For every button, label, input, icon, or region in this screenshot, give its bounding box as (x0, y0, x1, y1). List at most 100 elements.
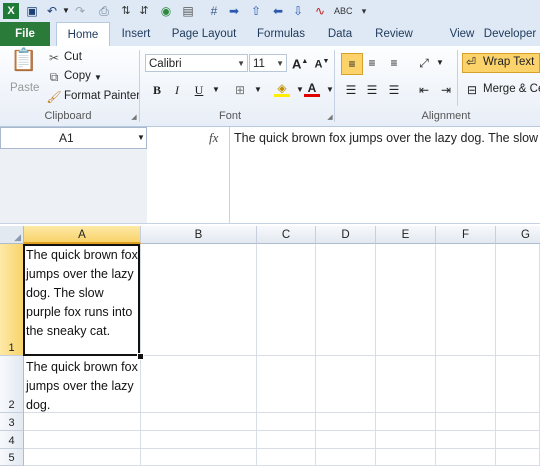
grid-cell[interactable] (257, 356, 316, 413)
align-center-icon[interactable]: ☰ (364, 82, 380, 98)
font-family-select[interactable]: Calibri ▼ (145, 54, 248, 72)
underline-dropdown-icon[interactable]: ▼ (208, 82, 224, 98)
grid-cell[interactable] (496, 413, 540, 431)
column-header-d[interactable]: D (316, 226, 376, 244)
format-painter-button[interactable]: Format Painter (64, 90, 140, 102)
orientation-dropdown-icon[interactable]: ▼ (432, 55, 448, 71)
tab-home[interactable]: Home (56, 22, 110, 48)
increase-indent-icon[interactable]: ⇥ (438, 82, 454, 98)
refresh-icon[interactable]: ◉ (158, 3, 174, 19)
grid-cell[interactable] (496, 449, 540, 466)
paste-icon[interactable]: 📋 (10, 49, 37, 80)
tab-data[interactable]: Data (318, 22, 362, 46)
grid-cell[interactable] (496, 244, 540, 356)
align-left-icon[interactable]: ☰ (343, 82, 359, 98)
font-size-select[interactable]: 11 ▼ (249, 54, 287, 72)
column-header-f[interactable]: F (436, 226, 496, 244)
bold-button[interactable]: B (149, 82, 165, 98)
redo-icon[interactable]: ↷ (72, 3, 88, 19)
align-bottom-icon[interactable]: ≡ (386, 55, 402, 71)
arrow-down-icon[interactable]: ⇩ (290, 3, 306, 19)
grid-cell[interactable] (496, 356, 540, 413)
borders-dropdown-icon[interactable]: ▼ (250, 82, 266, 98)
tab-developer[interactable]: Developer (480, 22, 540, 46)
font-color-icon[interactable]: A (304, 80, 320, 97)
wrap-text-button[interactable]: ⏎ Wrap Text (462, 53, 540, 73)
row-header-4[interactable]: 4 (0, 431, 24, 449)
column-header-c[interactable]: C (257, 226, 316, 244)
copy-icon[interactable]: ⧉ (46, 69, 62, 85)
customize-toolbar-icon[interactable]: ▾ (356, 3, 372, 19)
row-header-3[interactable]: 3 (0, 413, 24, 431)
grid-cell[interactable] (436, 449, 496, 466)
borders-icon[interactable]: ⊞ (232, 82, 248, 98)
grid-cell[interactable] (316, 356, 376, 413)
grid-cell[interactable] (436, 431, 496, 449)
format-painter-icon[interactable]: 🖌 (46, 89, 62, 105)
grid-cell[interactable] (141, 413, 257, 431)
shrink-font-icon[interactable]: A▼ (314, 54, 330, 71)
grid-cell[interactable] (257, 449, 316, 466)
grid-cell[interactable] (141, 244, 257, 356)
paste-button[interactable]: Paste (10, 82, 39, 94)
cell-a2[interactable]: The quick brown fox jumps over the lazy … (26, 358, 138, 415)
align-top-icon[interactable]: ≡ (341, 53, 363, 75)
grid-cell[interactable] (141, 356, 257, 413)
grid-cell[interactable] (496, 431, 540, 449)
column-header-e[interactable]: E (376, 226, 436, 244)
chevron-down-icon[interactable]: ▼ (137, 133, 145, 142)
font-color-dropdown-icon[interactable]: ▼ (322, 82, 338, 98)
tab-file[interactable]: File (0, 22, 50, 46)
grid-cell[interactable] (257, 244, 316, 356)
grid-cell[interactable] (376, 356, 436, 413)
grow-font-icon[interactable]: A▲ (292, 54, 308, 71)
grid-cell[interactable] (24, 449, 141, 466)
cut-icon[interactable]: ✂ (46, 50, 62, 66)
column-header-a[interactable]: A (24, 226, 141, 244)
row-header-1[interactable]: 1 (0, 244, 24, 356)
grid-cell[interactable] (436, 413, 496, 431)
column-header-g[interactable]: G (496, 226, 540, 244)
grid-cell[interactable] (316, 244, 376, 356)
save-icon[interactable]: ▣ (24, 3, 40, 19)
merge-icon[interactable]: ⊟ (464, 82, 480, 98)
grid-cell[interactable] (257, 413, 316, 431)
merge-center-button[interactable]: Merge & Ce (483, 83, 540, 95)
orientation-icon[interactable]: ⤢ (416, 55, 432, 71)
chart-icon[interactable]: ▤ (180, 3, 196, 19)
align-right-icon[interactable]: ☰ (386, 82, 402, 98)
tab-review[interactable]: Review (368, 22, 420, 46)
formula-input[interactable]: The quick brown fox jumps over the lazy … (234, 131, 540, 145)
sort-descending-icon[interactable]: ⇵ (136, 3, 152, 19)
arrow-right-icon[interactable]: ➡ (226, 3, 242, 19)
grid-cell[interactable] (141, 431, 257, 449)
print-icon[interactable]: ⎙ (96, 3, 112, 19)
copy-button[interactable]: Copy (64, 70, 91, 82)
spelling-icon[interactable]: ABC (334, 3, 353, 19)
insert-function-icon[interactable]: fx (209, 130, 218, 146)
grid-cell[interactable] (141, 449, 257, 466)
arrow-left-icon[interactable]: ⬅ (270, 3, 286, 19)
name-box[interactable]: A1 ▼ (0, 127, 147, 149)
italic-button[interactable]: I (169, 82, 185, 98)
sort-ascending-icon[interactable]: ⇅ (118, 3, 134, 19)
column-header-b[interactable]: B (141, 226, 257, 244)
grid-cell[interactable] (24, 431, 141, 449)
grid-cell[interactable] (316, 413, 376, 431)
decrease-indent-icon[interactable]: ⇤ (416, 82, 432, 98)
align-middle-icon[interactable]: ≡ (364, 55, 380, 71)
cut-button[interactable]: Cut (64, 51, 82, 63)
grid-cell[interactable] (376, 449, 436, 466)
fill-handle[interactable] (137, 353, 144, 360)
fill-color-icon[interactable]: ◈ (274, 80, 290, 97)
row-header-2[interactable]: 2 (0, 356, 24, 413)
grid-cell[interactable] (436, 244, 496, 356)
grid-cell[interactable] (316, 449, 376, 466)
grid-cell[interactable] (436, 356, 496, 413)
tab-page-layout[interactable]: Page Layout (166, 22, 242, 46)
grid-cell[interactable] (24, 413, 141, 431)
tab-insert[interactable]: Insert (112, 22, 160, 46)
grid-cell[interactable] (376, 244, 436, 356)
arrow-up-icon[interactable]: ⇧ (248, 3, 264, 19)
grid-cell[interactable] (376, 431, 436, 449)
